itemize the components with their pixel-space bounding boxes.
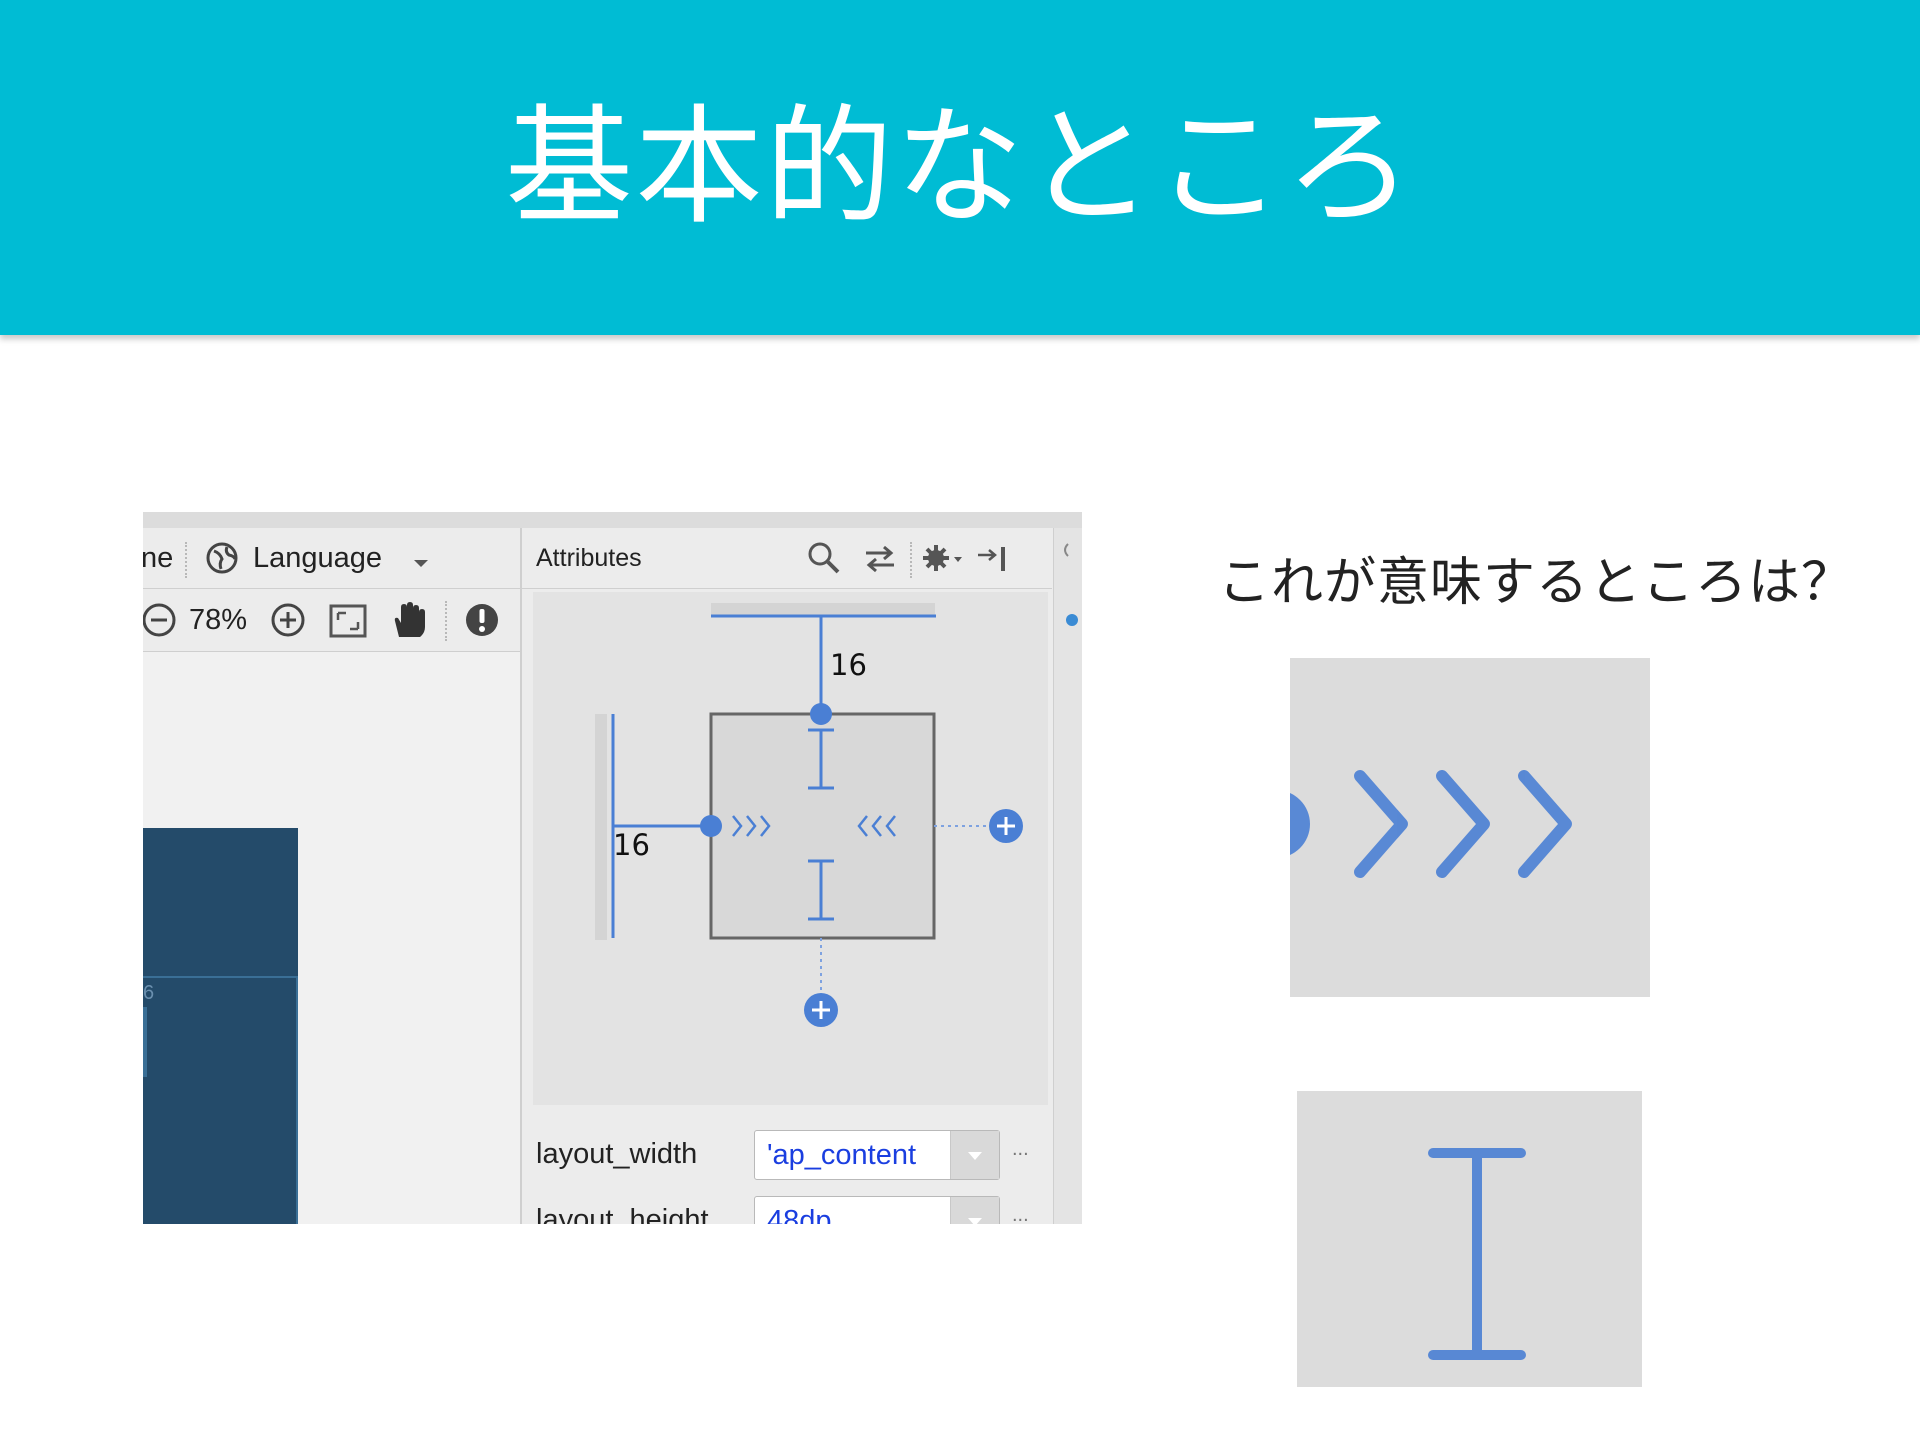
preview-constraint-line <box>143 1007 147 1077</box>
toolbar-separator-2 <box>445 601 447 641</box>
constraint-widget[interactable]: 16 16 <box>533 592 1048 1105</box>
zoomed-ibeam-image <box>1297 1091 1642 1387</box>
warning-icon[interactable] <box>464 602 500 638</box>
toolbar-separator <box>185 542 187 578</box>
swap-view-icon[interactable] <box>862 544 898 574</box>
attributes-header: Attributes <box>522 528 1052 589</box>
preview-selected-view[interactable] <box>143 976 298 1224</box>
left-margin-value[interactable]: 16 <box>613 828 650 862</box>
theme-tab-label[interactable]: ne <box>143 542 173 575</box>
layout-height-field[interactable]: 48dp <box>754 1196 1000 1224</box>
chevron-down-icon <box>968 1152 982 1160</box>
chevron-down-icon <box>968 1218 982 1224</box>
chevron-down-icon[interactable] <box>412 558 430 570</box>
layout-width-value[interactable]: 'ap_content <box>767 1139 916 1172</box>
chevron-right-icon <box>1290 770 1572 878</box>
search-icon[interactable] <box>806 540 842 576</box>
zoom-in-icon[interactable] <box>270 602 306 638</box>
zoom-out-icon[interactable] <box>143 602 177 638</box>
side-tool-strip <box>1053 528 1082 1224</box>
language-dropdown[interactable]: Language <box>253 542 382 575</box>
zoom-level: 78% <box>189 604 248 636</box>
hide-panel-icon[interactable] <box>976 543 1008 573</box>
layout-width-label: layout_width <box>536 1138 698 1170</box>
collapsed-panel-icon[interactable] <box>1054 528 1082 690</box>
layout-height-label: layout_height <box>536 1204 709 1224</box>
layout-height-dropdown[interactable] <box>950 1197 999 1224</box>
preview-margin-label: 6 <box>143 982 155 1004</box>
attributes-title: Attributes <box>536 544 642 572</box>
layout-width-field[interactable]: 'ap_content <box>754 1130 1000 1180</box>
layout-height-more[interactable]: ... <box>1012 1204 1029 1224</box>
design-toolbar-bottom: 78% <box>143 589 521 652</box>
attributes-separator <box>910 542 912 578</box>
layout-width-dropdown[interactable] <box>950 1131 999 1179</box>
ide-top-band <box>143 512 1082 528</box>
design-toolbar-top: ne Language <box>143 528 521 589</box>
globe-icon[interactable] <box>205 541 239 575</box>
pan-hand-icon[interactable] <box>391 601 425 639</box>
layout-height-value[interactable]: 48dp <box>767 1205 832 1224</box>
top-margin-value[interactable]: 16 <box>830 648 867 682</box>
fit-screen-icon[interactable] <box>329 604 367 638</box>
gear-icon[interactable] <box>922 542 964 574</box>
slide-question: これが意味するところは？ <box>1218 553 1855 613</box>
slide-title: 基本的なところ <box>504 93 1415 242</box>
constraint-diagram <box>595 603 1023 1027</box>
ibeam-icon <box>1428 1148 1526 1360</box>
zoomed-chevrons-image <box>1290 658 1650 997</box>
layout-width-more[interactable]: ... <box>1012 1138 1029 1161</box>
slide-header: 基本的なところ <box>0 0 1920 335</box>
